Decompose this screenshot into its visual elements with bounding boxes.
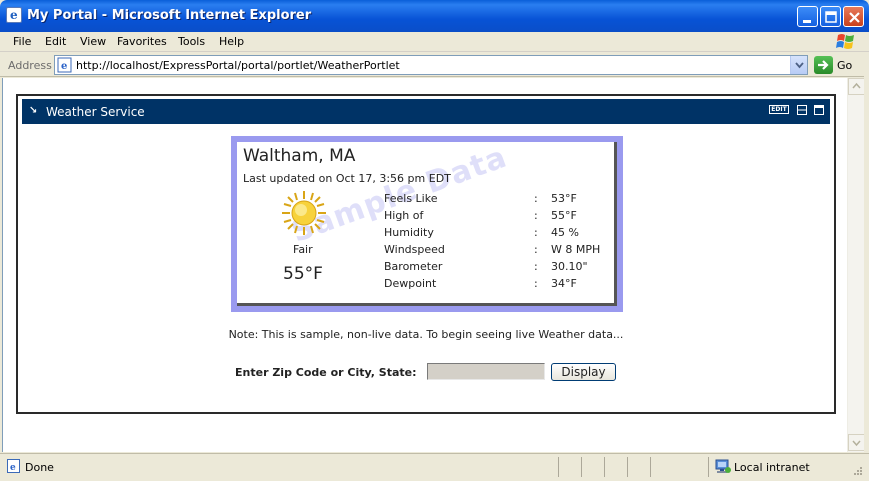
maximize-button[interactable] — [820, 6, 841, 27]
minimize-portlet-icon[interactable] — [797, 105, 807, 115]
resize-grip-icon[interactable] — [851, 466, 863, 478]
maximize-portlet-icon[interactable] — [814, 105, 824, 115]
stat-row-dewpoint: Dewpoint : 34°F — [384, 277, 614, 294]
sun-icon — [281, 190, 327, 236]
status-bar: e Done Local intranet — [0, 453, 869, 480]
menu-edit[interactable]: Edit — [45, 35, 66, 48]
stat-row-windspeed: Windspeed : W 8 MPH — [384, 243, 614, 260]
menu-bar: File Edit View Favorites Tools Help — [0, 32, 869, 52]
portlet-title: Weather Service — [46, 105, 145, 119]
city-name: Waltham, MA — [243, 146, 356, 166]
window-title: My Portal - Microsoft Internet Explorer — [27, 8, 312, 23]
stat-separator: : — [534, 209, 538, 222]
portlet-header: ↘ Weather Service EDIT — [22, 99, 830, 124]
address-field[interactable]: e http://localhost/ExpressPortal/portal/… — [54, 55, 808, 75]
menu-help[interactable]: Help — [219, 35, 244, 48]
stat-value: 45 % — [551, 226, 579, 239]
status-divider — [581, 457, 582, 477]
weather-card: Sample Data Waltham, MA Last updated on … — [231, 136, 623, 312]
display-button[interactable]: Display — [551, 363, 616, 381]
weather-card-body: Sample Data Waltham, MA Last updated on … — [237, 140, 617, 306]
menu-view[interactable]: View — [80, 35, 106, 48]
weather-portlet: ↘ Weather Service EDIT Sample Data Walth… — [16, 94, 836, 414]
stat-row-high: High of : 55°F — [384, 209, 614, 226]
stat-row-humidity: Humidity : 45 % — [384, 226, 614, 243]
scroll-down-button[interactable] — [848, 434, 865, 451]
stat-label: Humidity — [384, 226, 434, 239]
current-temperature: 55°F — [283, 264, 323, 284]
status-divider — [558, 457, 559, 477]
close-button[interactable] — [843, 6, 864, 27]
svg-text:e: e — [61, 61, 67, 72]
security-zone: Local intranet — [734, 461, 810, 474]
address-label: Address — [8, 59, 52, 72]
weather-stats: Feels Like : 53°F High of : 55°F Humidit… — [384, 192, 614, 294]
stat-row-feels-like: Feels Like : 53°F — [384, 192, 614, 209]
status-divider — [708, 457, 709, 477]
stat-label: Dewpoint — [384, 277, 437, 290]
stat-label: Windspeed — [384, 243, 445, 256]
address-url: http://localhost/ExpressPortal/portal/po… — [76, 59, 400, 72]
stat-separator: : — [534, 226, 538, 239]
sample-data-note: Note: This is sample, non-live data. To … — [228, 328, 624, 341]
zip-input[interactable] — [427, 363, 545, 380]
window-title-bar[interactable]: e My Portal - Microsoft Internet Explore… — [0, 0, 869, 32]
stat-value: 34°F — [551, 277, 577, 290]
vertical-scrollbar[interactable] — [847, 78, 865, 452]
stat-row-barometer: Barometer : 30.10" — [384, 260, 614, 277]
go-button[interactable]: Go — [837, 59, 852, 72]
stat-separator: : — [534, 260, 538, 273]
address-bar: Address e http://localhost/ExpressPortal… — [0, 53, 869, 77]
zip-label: Enter Zip Code or City, State: — [235, 366, 417, 379]
collapse-arrow-icon[interactable]: ↘ — [29, 105, 37, 116]
weather-condition: Fair — [293, 243, 313, 256]
stat-separator: : — [534, 277, 538, 290]
status-divider — [650, 457, 651, 477]
status-text: Done — [25, 461, 54, 474]
stat-value: 55°F — [551, 209, 577, 222]
menu-tools[interactable]: Tools — [178, 35, 205, 48]
last-updated: Last updated on Oct 17, 3:56 pm EDT — [243, 172, 451, 185]
window-right-border — [864, 53, 869, 480]
page-icon: e — [57, 57, 73, 73]
status-divider — [627, 457, 628, 477]
go-arrow-icon[interactable] — [814, 56, 833, 74]
edit-button[interactable]: EDIT — [769, 105, 789, 114]
menu-file[interactable]: File — [13, 35, 31, 48]
stat-value: 53°F — [551, 192, 577, 205]
stat-label: Feels Like — [384, 192, 438, 205]
status-divider — [604, 457, 605, 477]
svg-text:e: e — [10, 463, 16, 473]
stat-value: W 8 MPH — [551, 243, 601, 256]
local-intranet-icon — [715, 458, 731, 474]
stat-separator: : — [534, 243, 538, 256]
ie-page-icon: e — [6, 7, 22, 23]
minimize-button[interactable] — [797, 6, 818, 27]
page-done-icon: e — [7, 459, 21, 473]
stat-separator: : — [534, 192, 538, 205]
menu-favorites[interactable]: Favorites — [117, 35, 167, 48]
address-dropdown-button[interactable] — [790, 56, 807, 74]
stat-label: Barometer — [384, 260, 443, 273]
scroll-up-button[interactable] — [848, 78, 865, 95]
windows-logo-icon — [835, 31, 857, 52]
stat-label: High of — [384, 209, 424, 222]
stat-value: 30.10" — [551, 260, 588, 273]
